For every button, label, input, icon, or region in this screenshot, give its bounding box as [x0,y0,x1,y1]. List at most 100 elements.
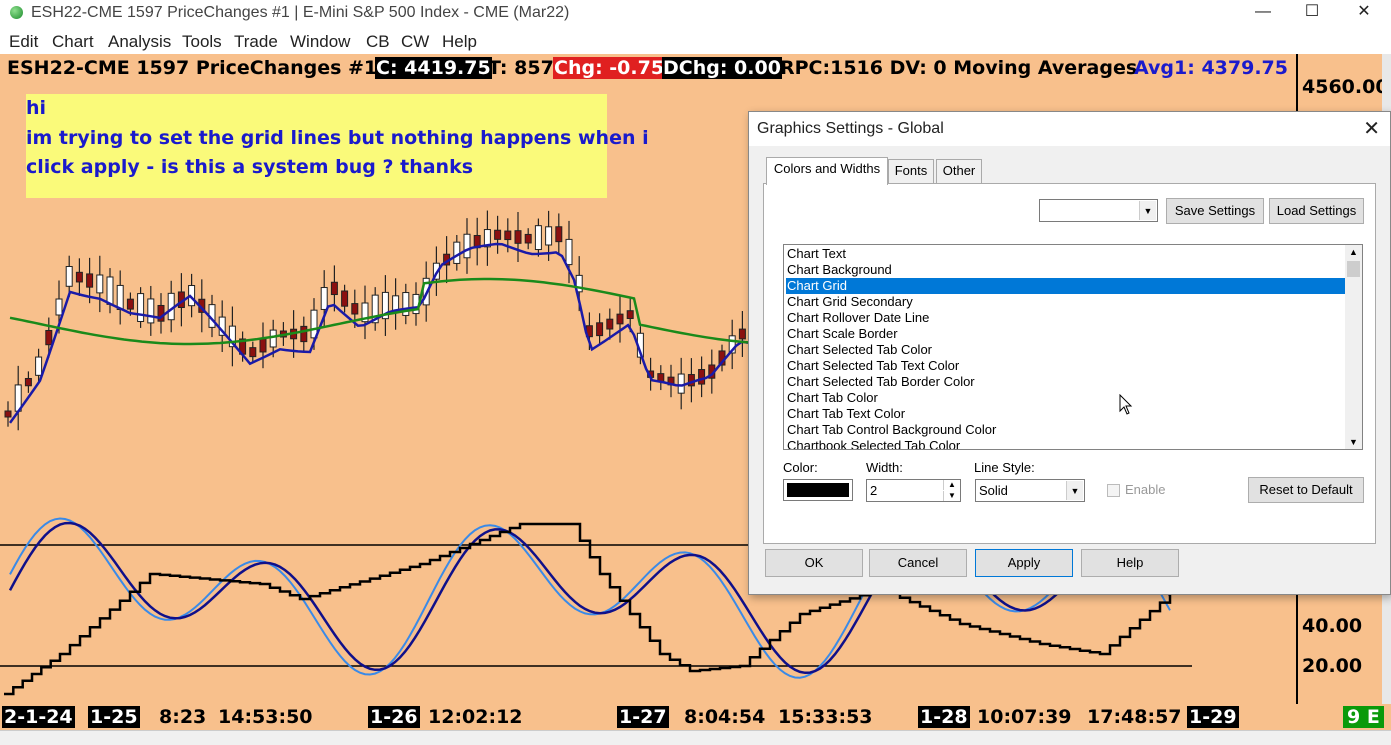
menu-window[interactable]: Window [290,32,350,52]
candle [96,274,104,294]
osc-label-20: 20.00 [1302,655,1363,677]
status-badge: 9 E [1343,706,1384,728]
apply-button[interactable]: Apply [975,549,1073,577]
time-label: 10:07:39 [977,706,1072,728]
enable-checkbox[interactable] [1107,484,1120,497]
list-item[interactable]: Chartbook Selected Tab Color [786,438,1347,449]
spin-up-icon[interactable]: ▲ [943,480,960,490]
list-item[interactable]: Chart Grid Secondary [786,294,1347,310]
menu-help[interactable]: Help [442,32,477,52]
minimize-button[interactable]: — [1237,0,1289,26]
menu-trade[interactable]: Trade [234,32,278,52]
line-style-value: Solid [979,483,1008,498]
scroll-up-icon[interactable]: ▲ [1349,247,1358,257]
candle [504,230,512,241]
candle [565,238,573,266]
load-settings-button[interactable]: Load Settings [1269,198,1364,224]
time-label: 8:04:54 [684,706,766,728]
candle [259,338,267,353]
width-label: Width: [866,460,903,475]
candle [106,276,114,305]
mouse-cursor-icon [1119,394,1133,415]
dialog-title: Graphics Settings - Global [757,120,944,137]
candle [4,410,12,418]
element-list[interactable]: Chart Text Chart Background Chart Grid C… [783,244,1363,450]
help-button[interactable]: Help [1081,549,1179,577]
time-label: 15:33:53 [778,706,873,728]
list-item[interactable]: Chart Selected Tab Border Color [786,374,1347,390]
info-ticks: T: 857 [488,57,554,79]
dialog-close-icon[interactable]: ✕ [1363,116,1380,141]
candle [330,281,338,296]
settings-combo[interactable]: ▼ [1039,199,1158,222]
list-item[interactable]: Chart Scale Border [786,326,1347,342]
color-swatch-button[interactable] [783,479,853,501]
text-note[interactable]: hi im trying to set the grid lines but n… [26,94,649,198]
list-item[interactable]: Chart Tab Control Background Color [786,422,1347,438]
list-item[interactable]: Chart Tab Text Color [786,406,1347,422]
menu-edit[interactable]: Edit [9,32,38,52]
candle [137,293,145,322]
menu-analysis[interactable]: Analysis [108,32,171,52]
candle [75,271,83,283]
scroll-thumb[interactable] [1347,261,1360,277]
color-label: Color: [783,460,818,475]
time-label: 17:48:57 [1087,706,1182,728]
chevron-down-icon: ▼ [1139,201,1156,220]
scroll-down-icon[interactable]: ▼ [1349,437,1358,447]
note-line-2: im trying to set the grid lines but noth… [26,127,649,149]
candle [534,225,542,251]
candle [35,356,43,376]
candle [596,322,604,337]
menu-tools[interactable]: Tools [182,32,222,52]
list-item[interactable]: Chart Selected Tab Text Color [786,358,1347,374]
candle [320,287,328,310]
menu-cw[interactable]: CW [401,32,429,52]
time-label: 2-1-24 [2,706,75,728]
tab-other[interactable]: Other [936,159,982,185]
width-spinner[interactable]: 2 ▲ ▼ [866,479,961,502]
candle [545,226,553,246]
candle [453,241,461,264]
reset-to-default-button[interactable]: Reset to Default [1248,477,1364,503]
save-settings-button[interactable]: Save Settings [1166,198,1264,224]
candle [86,273,94,288]
maximize-button[interactable]: ☐ [1286,0,1338,26]
candle [116,284,124,310]
close-window-button[interactable]: ✕ [1338,0,1390,26]
enable-label: Enable [1125,482,1166,497]
candle [45,329,53,346]
candle [65,266,73,287]
candle [738,328,746,340]
app-icon [10,6,23,19]
tab-colors-and-widths[interactable]: Colors and Widths [766,157,888,185]
tab-fonts[interactable]: Fonts [888,159,934,185]
list-item[interactable]: Chart Tab Color [786,390,1347,406]
list-item[interactable]: Chart Rollover Date Line [786,310,1347,326]
candle [616,313,624,325]
list-item[interactable]: Chart Selected Tab Color [786,342,1347,358]
info-change: Chg: -0.75 [553,57,666,79]
chevron-down-icon: ▼ [1066,481,1083,500]
list-item-selected[interactable]: Chart Grid [786,278,1347,294]
candle [24,377,32,387]
color-swatch [787,483,849,497]
info-close: C: 4419.75 [375,57,492,79]
menu-bar: Edit Chart Analysis Tools Trade Window C… [0,30,1391,54]
cancel-button[interactable]: Cancel [869,549,967,577]
info-avg1: Avg1: 4379.75 [1134,57,1288,79]
candle [351,303,359,315]
list-item[interactable]: Chart Background [786,262,1347,278]
ok-button[interactable]: OK [765,549,863,577]
candle [606,318,614,330]
menu-chart[interactable]: Chart [52,32,94,52]
menu-cb[interactable]: CB [366,32,390,52]
list-item[interactable]: Chart Text [786,246,1347,262]
time-label: 1-28 [918,706,970,728]
line-style-select[interactable]: Solid ▼ [975,479,1085,502]
list-scrollbar[interactable]: ▲ ▼ [1345,245,1362,449]
time-label: 8:23 [159,706,207,728]
bottom-scrollbar[interactable] [0,730,1391,745]
time-axis[interactable]: 2-1-24 1-25 8:23 14:53:50 1-26 12:02:12 … [0,704,1391,730]
spin-down-icon[interactable]: ▼ [943,491,960,501]
